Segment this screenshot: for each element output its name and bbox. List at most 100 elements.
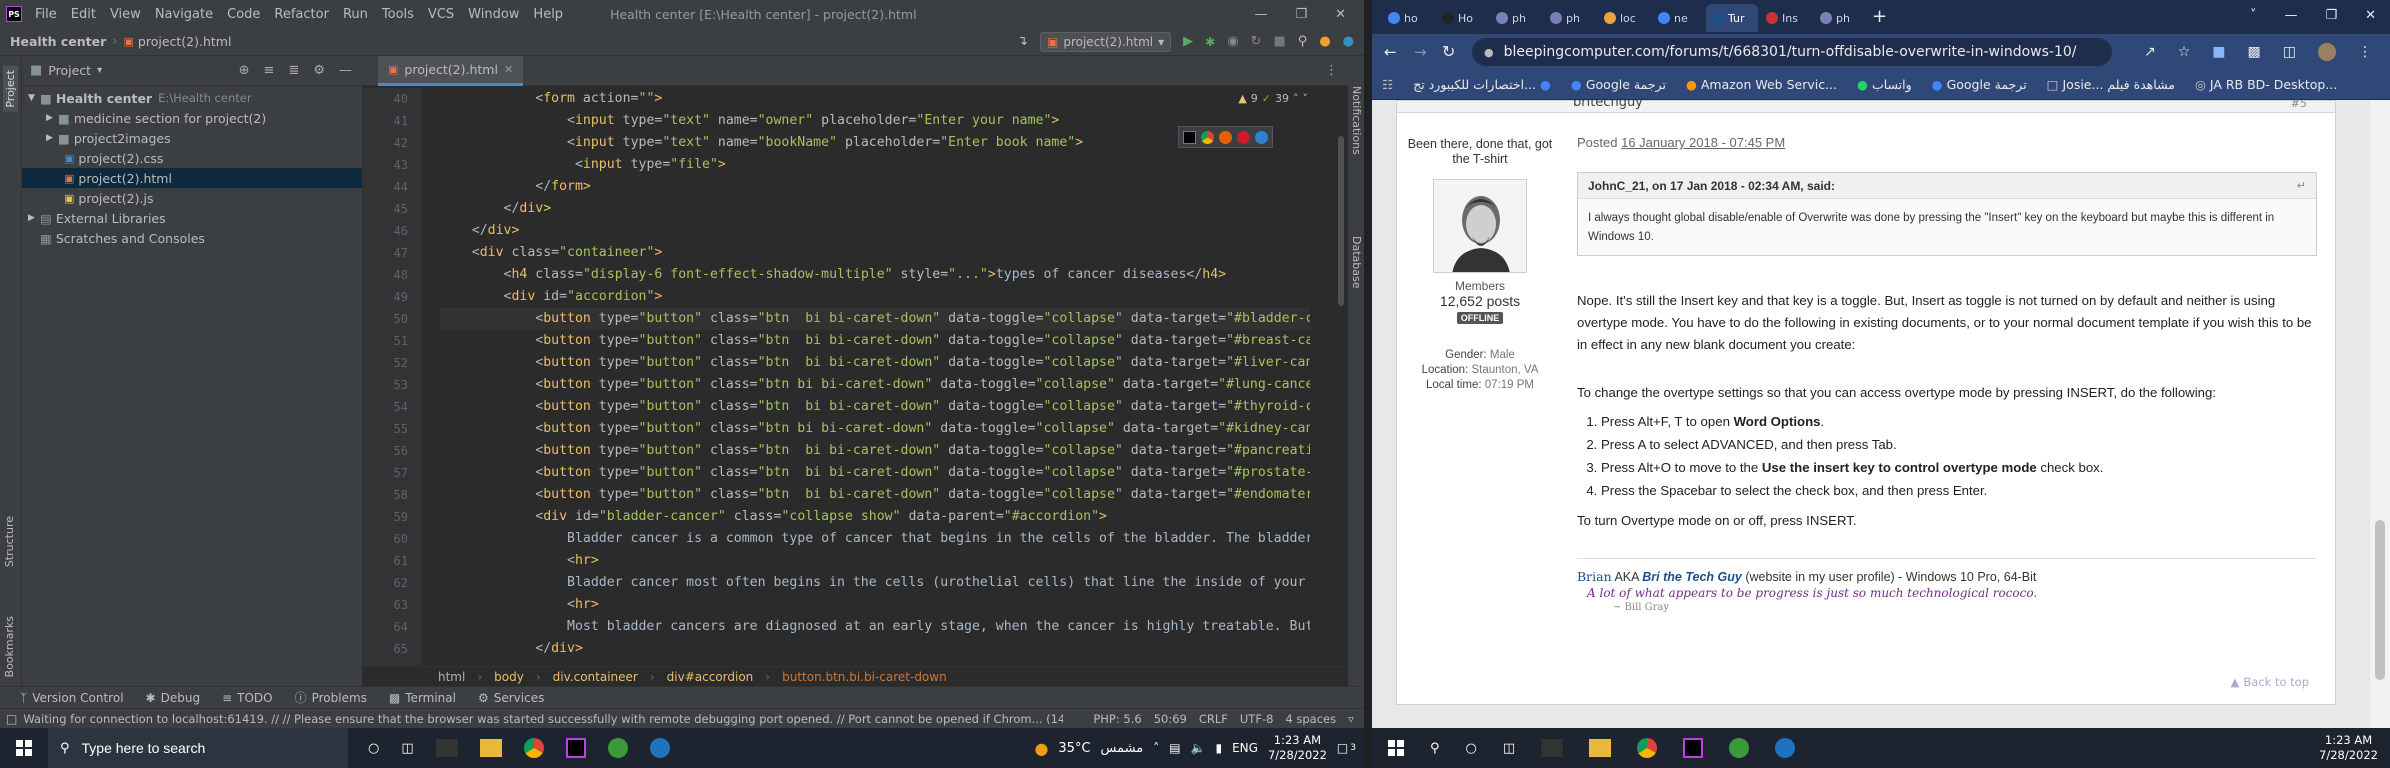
line-number[interactable]: 50 — [362, 308, 422, 330]
bookmark-item[interactable]: ● Google ترجمة — [1571, 77, 1666, 92]
code-line[interactable]: <button type="button" class="btn bi bi-c… — [440, 440, 1310, 462]
gear-icon[interactable]: ⚙ — [313, 63, 325, 78]
file-encoding[interactable]: UTF-8 — [1240, 712, 1274, 726]
code-line[interactable]: <button type="button" class="btn bi bi-c… — [440, 352, 1310, 374]
code-line[interactable]: <button type="button" class="btn bi bi-c… — [440, 308, 1310, 330]
post-number[interactable]: #5 — [2291, 100, 2307, 110]
menu-item[interactable]: Edit — [64, 7, 103, 22]
tree-item-folder[interactable]: ▶ ■ project2images — [22, 128, 362, 148]
bookmark-item[interactable]: ● Amazon Web Servic... — [1686, 77, 1837, 92]
browser-tab[interactable]: Tur — [1706, 4, 1758, 32]
tree-scratches[interactable]: ▦ Scratches and Consoles — [22, 228, 362, 248]
notification-button[interactable]: □ 3 — [1337, 741, 1356, 755]
line-number[interactable]: 61 — [362, 550, 422, 572]
app-icon[interactable] — [1729, 738, 1750, 758]
clock-time[interactable]: 1:23 AM — [1268, 733, 1327, 748]
lock-icon[interactable]: ▿ — [1348, 712, 1354, 726]
forward-icon[interactable]: → — [1414, 43, 1427, 61]
nav-file[interactable]: project(2).html — [138, 34, 232, 49]
close-tab-icon[interactable]: ✕ — [504, 63, 513, 76]
search-icon[interactable]: ⚲ — [1298, 34, 1308, 49]
code-line[interactable]: </form> — [440, 176, 1310, 198]
menu-item[interactable]: View — [103, 7, 148, 22]
file-explorer-icon[interactable] — [1589, 739, 1612, 757]
line-number[interactable]: 63 — [362, 594, 422, 616]
apps-icon[interactable]: ☷ — [1382, 77, 1393, 92]
code-line[interactable]: <button type="button" class="btn bi bi-c… — [440, 418, 1310, 440]
code-line[interactable]: Bladder cancer is a common type of cance… — [440, 528, 1310, 550]
line-separator[interactable]: CRLF — [1199, 712, 1228, 726]
browser-tab[interactable]: ho — [1382, 4, 1434, 32]
project-tool-tab[interactable]: Project — [3, 66, 18, 112]
code-line[interactable]: Bladder cancer most often begins in the … — [440, 572, 1310, 594]
code-line[interactable]: <button type="button" class="btn bi bi-c… — [440, 330, 1310, 352]
back-to-top-link[interactable]: ▲ Back to top — [2231, 675, 2309, 689]
menu-item[interactable]: VCS — [421, 7, 461, 22]
stop-icon[interactable]: ■ — [1273, 34, 1285, 49]
menu-item[interactable]: File — [28, 7, 64, 22]
close-button[interactable]: ✕ — [1335, 7, 1346, 22]
line-number[interactable]: 46 — [362, 220, 422, 242]
status-message[interactable]: Waiting for connection to localhost:6141… — [23, 712, 1063, 726]
bookmark-item[interactable]: ● Google ترجمة — [1932, 77, 2027, 92]
avatar[interactable] — [2318, 43, 2336, 61]
bookmark-item[interactable]: اختصارات للكيبورد تج... ● — [1413, 77, 1551, 92]
extensions-icon[interactable]: ■ — [2212, 44, 2225, 60]
menu-item[interactable]: Run — [336, 7, 375, 22]
project-panel-title[interactable]: Project — [48, 63, 91, 78]
line-number[interactable]: 44 — [362, 176, 422, 198]
taskbar-search[interactable]: ⚲ Type here to search — [48, 728, 348, 768]
browser-tab[interactable]: Ho — [1436, 4, 1488, 32]
database-tool-tab[interactable]: Database — [1350, 236, 1363, 289]
edge-icon[interactable] — [1255, 130, 1268, 144]
url-text[interactable]: bleepingcomputer.com/forums/t/668301/tur… — [1504, 44, 2077, 60]
menu-item[interactable]: Tools — [375, 7, 421, 22]
line-number[interactable]: 62 — [362, 572, 422, 594]
task-view-icon[interactable]: ◫ — [401, 741, 413, 756]
tool-services[interactable]: ⚙ Services — [478, 691, 544, 705]
close-button[interactable]: ✕ — [2365, 8, 2376, 23]
line-number[interactable]: 54 — [362, 396, 422, 418]
tree-external-libraries[interactable]: ▶ ▤ External Libraries — [22, 208, 362, 228]
line-number[interactable]: 47 — [362, 242, 422, 264]
line-number[interactable]: 64 — [362, 616, 422, 638]
tool-version-control[interactable]: ᛉ Version Control — [20, 691, 124, 705]
code-line[interactable]: Most bladder cancers are diagnosed at an… — [440, 616, 1310, 638]
app-icon[interactable] — [1775, 738, 1796, 758]
nav-project[interactable]: Health center — [10, 34, 106, 49]
network-icon[interactable]: ▤ — [1169, 741, 1180, 755]
menu-item[interactable]: Code — [220, 7, 267, 22]
code-area[interactable]: <form action=""> <input type="text" name… — [428, 88, 1310, 666]
tree-item-file[interactable]: ▣ project(2).js — [22, 188, 362, 208]
browser-tab[interactable]: ph — [1490, 4, 1542, 32]
chrome-icon[interactable] — [1201, 130, 1214, 144]
menu-item[interactable]: Help — [526, 7, 570, 22]
code-line[interactable]: <input type="file"> — [440, 154, 1310, 176]
volume-icon[interactable]: 🔈 — [1191, 741, 1206, 755]
clock-date[interactable]: 7/28/2022 — [1268, 748, 1327, 763]
chrome-taskbar-icon[interactable] — [523, 738, 544, 758]
cortana-icon[interactable]: ○ — [368, 741, 379, 756]
expand-all-icon[interactable]: ≣ — [288, 63, 299, 78]
code-line[interactable]: <button type="button" class="btn bi bi-c… — [440, 462, 1310, 484]
page-scrollbar[interactable] — [2370, 100, 2390, 728]
notifications-tool-tab[interactable]: Notifications — [1350, 86, 1363, 155]
browser-tab[interactable]: ph — [1544, 4, 1596, 32]
line-number[interactable]: 49 — [362, 286, 422, 308]
breadcrumb-item[interactable]: div.containeer — [553, 670, 638, 684]
opera-icon[interactable] — [1237, 130, 1250, 144]
minimize-button[interactable]: — — [1254, 7, 1267, 22]
tree-item-folder[interactable]: ▶ ■ medicine section for project(2) — [22, 108, 362, 128]
code-line[interactable]: <button type="button" class="btn bi bi-c… — [440, 396, 1310, 418]
star-icon[interactable]: ☆ — [2178, 44, 2191, 60]
inspection-widget[interactable]: ▲ 9 ✓ 39 ˄ ˅ — [1238, 92, 1308, 105]
line-number[interactable]: 45 — [362, 198, 422, 220]
browser-tab[interactable]: ph — [1814, 4, 1866, 32]
scrollbar-thumb[interactable] — [2375, 520, 2385, 680]
profile-icon[interactable]: ↻ — [1251, 34, 1262, 49]
tree-root[interactable]: ▼ ■ Health center E:\Health center — [22, 88, 362, 108]
app-icon[interactable] — [607, 738, 628, 758]
clock-date[interactable]: 7/28/2022 — [2319, 748, 2378, 763]
chevron-down-icon[interactable]: ˅ — [1303, 92, 1309, 105]
app-icon[interactable] — [435, 739, 458, 757]
